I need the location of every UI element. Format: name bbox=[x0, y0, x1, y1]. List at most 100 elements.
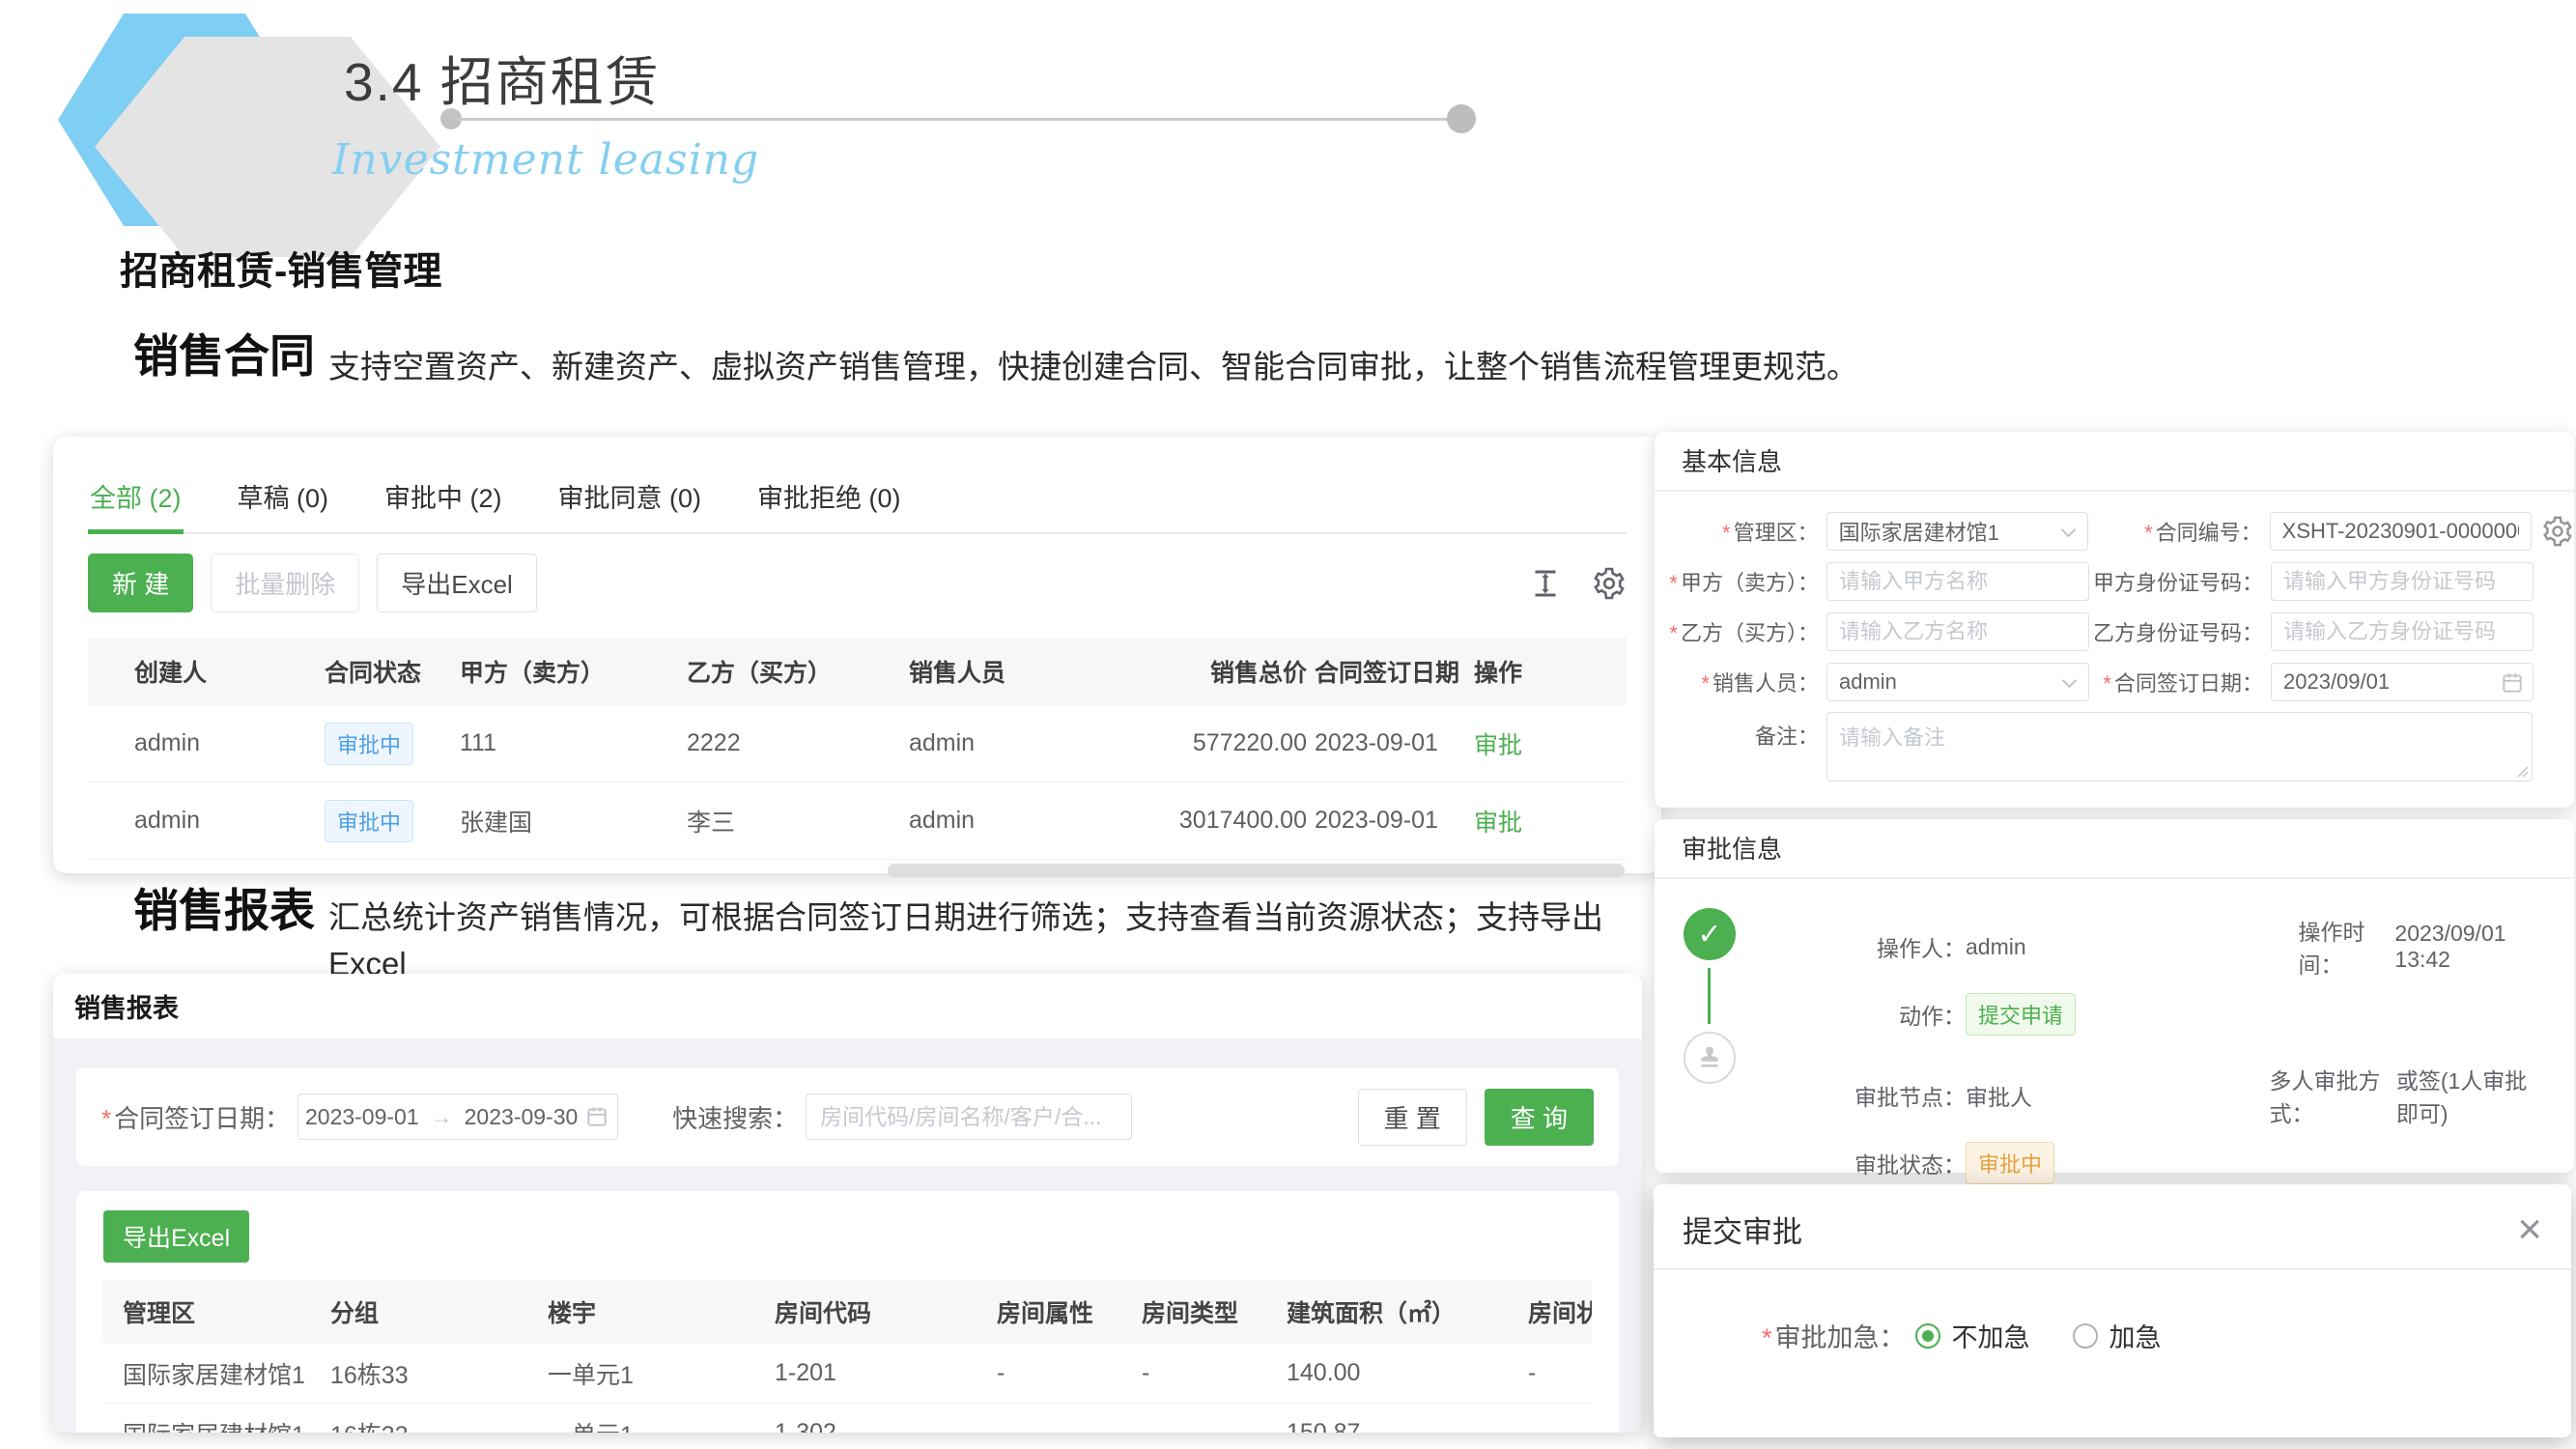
radio-urgent[interactable]: 加急 bbox=[2073, 1317, 2162, 1354]
col-action: 操作 bbox=[1474, 654, 1561, 689]
report-table-row: 国际家居建材馆1 16栋33 一单元1 1-302 - - 150.87 - bbox=[103, 1404, 1592, 1433]
close-icon[interactable]: × bbox=[2517, 1212, 2542, 1246]
party-b-label: *乙方（买方）： bbox=[1655, 616, 1826, 647]
col-party-a: 甲方（卖方） bbox=[460, 654, 687, 689]
numbering-gear-icon[interactable] bbox=[2541, 515, 2574, 548]
feature-contract: 销售合同 支持空置资产、新建资产、虚拟资产销售管理，快捷创建合同、智能合同审批，… bbox=[133, 330, 2355, 390]
col-room-status: 房间状态 bbox=[1528, 1294, 1592, 1329]
cell-party-b: 李三 bbox=[687, 804, 909, 838]
cell-room-attr: - bbox=[997, 1359, 1142, 1387]
party-b-input[interactable] bbox=[1826, 612, 2089, 651]
party-a-input[interactable] bbox=[1826, 562, 2089, 601]
report-filter-bar: *合同签订日期： 2023-09-01 → 2023-09-30 快速搜索： 重… bbox=[76, 1067, 1619, 1166]
management-area-select[interactable]: 国际家居建材馆1 bbox=[1826, 512, 2088, 551]
col-room-code: 房间代码 bbox=[775, 1294, 997, 1329]
quick-search-input[interactable] bbox=[806, 1094, 1132, 1140]
operation-time-value: 2023/09/01 13:42 bbox=[2394, 921, 2545, 973]
col-creator: 创建人 bbox=[88, 654, 325, 689]
tab-all[interactable]: 全部 (2) bbox=[88, 468, 184, 532]
action-badge: 提交申请 bbox=[1966, 993, 2076, 1036]
cell-building: 一单元1 bbox=[548, 1356, 775, 1391]
report-table-header: 管理区 分组 楼宇 房间代码 房间属性 房间类型 建筑面积（㎡） 房间状态 bbox=[103, 1280, 1592, 1344]
cell-party-b: 2222 bbox=[687, 729, 909, 757]
radio-unselected-icon bbox=[2073, 1323, 2098, 1349]
tab-approved[interactable]: 审批同意 (0) bbox=[556, 468, 704, 532]
section-title: 3.4 招商租赁 bbox=[344, 39, 661, 116]
cell-room-type: - bbox=[1142, 1419, 1287, 1433]
operation-time-label: 操作时间： bbox=[2299, 914, 2395, 980]
line-end-dot bbox=[1447, 104, 1476, 133]
contract-no-label: *合同编号： bbox=[2088, 516, 2270, 547]
col-sign-date: 合同签订日期 bbox=[1315, 654, 1474, 689]
cell-building: 一单元1 bbox=[548, 1416, 775, 1434]
remark-label: 备注： bbox=[1655, 712, 1826, 751]
reset-button[interactable]: 重 置 bbox=[1358, 1089, 1467, 1146]
approved-check-icon: ✓ bbox=[1684, 908, 1736, 960]
cell-management-area: 国际家居建材馆1 bbox=[103, 1356, 330, 1391]
col-area: 建筑面积（㎡） bbox=[1287, 1294, 1528, 1329]
batch-delete-button[interactable]: 批量删除 bbox=[211, 554, 359, 612]
operator-value: admin bbox=[1966, 934, 2026, 960]
approve-link[interactable]: 审批 bbox=[1474, 732, 1522, 759]
feature-report: 销售报表 汇总统计资产销售情况，可根据合同签订日期进行筛选；支持查看当前资源状态… bbox=[133, 885, 1640, 987]
calendar-icon bbox=[584, 1104, 609, 1129]
radio-label: 加急 bbox=[2109, 1317, 2162, 1354]
cell-room-type: - bbox=[1142, 1359, 1287, 1387]
remark-textarea[interactable] bbox=[1826, 712, 2533, 781]
sign-date-input[interactable]: 2023/09/01 bbox=[2271, 663, 2534, 701]
approval-status-badge: 审批中 bbox=[1966, 1142, 2054, 1184]
sign-date-label: *合同签订日期： bbox=[2089, 667, 2271, 697]
resize-grip-icon[interactable] bbox=[2515, 764, 2529, 778]
contract-no-input[interactable] bbox=[2270, 512, 2532, 551]
approval-status-label: 审批状态： bbox=[1828, 1147, 1966, 1179]
tab-rejected[interactable]: 审批拒绝 (0) bbox=[755, 468, 903, 532]
cell-room-code: 1-201 bbox=[775, 1359, 997, 1387]
tab-approving[interactable]: 审批中 (2) bbox=[382, 468, 504, 532]
tab-draft[interactable]: 草稿 (0) bbox=[236, 468, 331, 532]
col-status: 合同状态 bbox=[325, 654, 460, 689]
report-page-title: 销售报表 bbox=[53, 974, 1642, 1025]
feature-contract-desc: 支持空置资产、新建资产、虚拟资产销售管理，快捷创建合同、智能合同审批，让整个销售… bbox=[315, 330, 1858, 390]
cell-management-area: 国际家居建材馆1 bbox=[103, 1416, 330, 1434]
approve-link[interactable]: 审批 bbox=[1474, 810, 1522, 837]
salesperson-select[interactable]: admin bbox=[1826, 663, 2089, 701]
date-range-input[interactable]: 2023-09-01 → 2023-09-30 bbox=[297, 1094, 618, 1140]
new-contract-button[interactable]: 新 建 bbox=[88, 554, 193, 612]
gear-icon[interactable] bbox=[1592, 566, 1627, 601]
contract-toolbar: 新 建 批量删除 导出Excel bbox=[88, 554, 1627, 612]
radio-not-urgent[interactable]: 不加急 bbox=[1915, 1317, 2030, 1354]
cell-sign-date: 2023-09-01 bbox=[1315, 807, 1474, 835]
scrollbar-thumb[interactable] bbox=[888, 864, 1625, 877]
sales-report-panel: 销售报表 *合同签订日期： 2023-09-01 → 2023-09-30 快速… bbox=[53, 974, 1642, 1433]
approval-node-label: 审批节点： bbox=[1828, 1079, 1966, 1112]
party-a-id-input[interactable] bbox=[2271, 562, 2534, 601]
range-arrow-icon: → bbox=[431, 1104, 453, 1130]
query-button[interactable]: 查 询 bbox=[1485, 1089, 1594, 1146]
multi-approval-label: 多人审批方式： bbox=[2270, 1063, 2396, 1128]
feature-report-title: 销售报表 bbox=[133, 885, 315, 937]
status-badge: 审批中 bbox=[325, 800, 413, 842]
cell-total: 577220.00 bbox=[1112, 729, 1315, 757]
export-excel-button[interactable]: 导出Excel bbox=[377, 554, 537, 612]
status-badge: 审批中 bbox=[325, 723, 413, 765]
timeline-connector bbox=[1708, 968, 1711, 1024]
report-export-excel-button[interactable]: 导出Excel bbox=[103, 1210, 249, 1263]
feature-contract-title: 销售合同 bbox=[133, 330, 315, 383]
management-area-label: *管理区： bbox=[1655, 516, 1826, 547]
cell-party-a: 张建国 bbox=[460, 804, 687, 838]
basic-info-panel: 基本信息 *管理区： 国际家居建材馆1 *合同编号： *甲方（卖方）： 甲方身份… bbox=[1655, 432, 2574, 808]
approval-node-value: 审批人 bbox=[1966, 1079, 2032, 1112]
date-to: 2023-09-30 bbox=[465, 1104, 579, 1130]
urgent-radio-group: 不加急 加急 bbox=[1915, 1317, 2204, 1354]
urgent-label: *审批加急： bbox=[1762, 1317, 1906, 1354]
row-height-icon[interactable] bbox=[1528, 566, 1563, 601]
salesperson-label: *销售人员： bbox=[1655, 667, 1826, 697]
horizontal-scrollbar[interactable] bbox=[88, 864, 1627, 877]
col-total: 销售总价 bbox=[1112, 654, 1315, 689]
cell-party-a: 111 bbox=[460, 729, 687, 757]
multi-approval-value: 或签(1人审批即可) bbox=[2396, 1063, 2545, 1128]
cell-group: 16栋33 bbox=[330, 1416, 548, 1434]
party-b-id-input[interactable] bbox=[2271, 612, 2534, 651]
action-label: 动作： bbox=[1828, 998, 1966, 1031]
party-a-label: *甲方（卖方）： bbox=[1655, 566, 1826, 597]
